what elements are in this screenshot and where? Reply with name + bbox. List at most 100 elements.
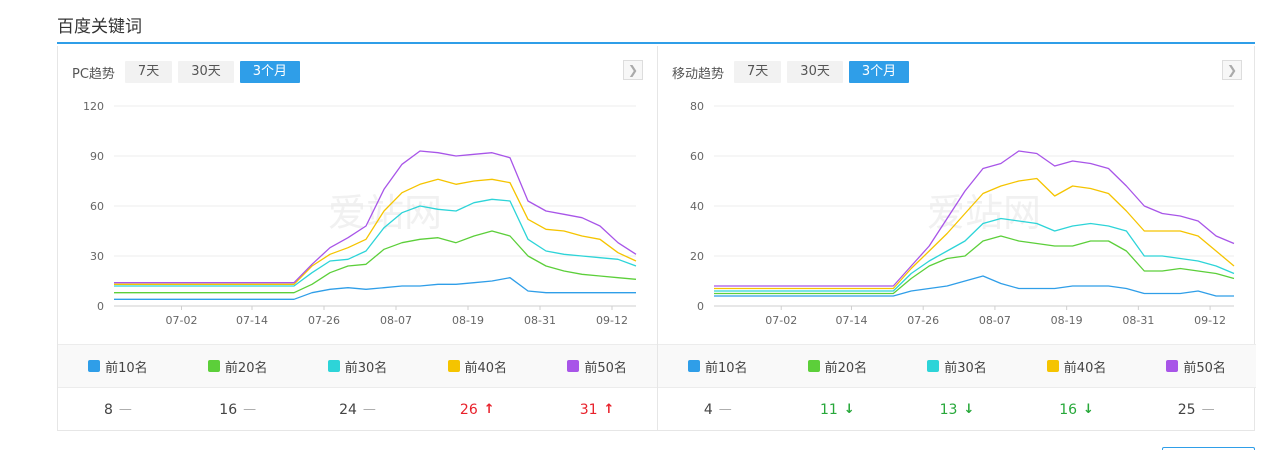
value-number: 24 (339, 401, 357, 418)
value-number: 4 (703, 401, 713, 418)
arrow-down-icon: ↓ (963, 402, 975, 417)
legend-label: 前50名 (584, 360, 627, 376)
value-number: 16 (1059, 401, 1078, 418)
dash-icon: — (362, 402, 376, 417)
pc-current-values: 8—16—24—26 ↑ 31 ↑ (58, 388, 657, 431)
dash-icon: — (718, 402, 732, 417)
legend-label: 前30名 (344, 360, 388, 376)
x-tick-label: 07-26 (308, 314, 340, 327)
range-button-3m[interactable]: 3个月 (848, 61, 910, 83)
value-number: 11 (820, 401, 838, 418)
dash-icon: — (243, 402, 257, 417)
legend-item[interactable]: 前40名 (417, 345, 537, 387)
legend-swatch (1166, 360, 1179, 372)
panel-label: 移动趋势 (672, 66, 725, 82)
value-number: 13 (939, 401, 958, 418)
range-button-30d[interactable]: 30天 (787, 61, 843, 83)
pc-trend-chart: 爱站网 0 30 60 90 120 07-02 07-14 07-26 08-07 08-19 08… (83, 100, 637, 327)
current-value: 8— (58, 388, 178, 431)
series-line-1 (114, 277, 636, 300)
legend-swatch (207, 360, 220, 372)
legend-item[interactable]: 前20名 (778, 345, 898, 387)
section-underline (57, 42, 1255, 44)
x-tick-label: 07-26 (907, 314, 939, 327)
chevron-right-icon[interactable]: ❯ (623, 60, 643, 80)
keyword-panels: PC趋势 7天 30天 3个月 ❯ 爱站网 0 30 60 90 120 07-02 07-1… (57, 46, 1256, 431)
panel-label: PC趋势 (72, 66, 115, 82)
watermark-text: 爱站网 (328, 191, 442, 235)
arrow-down-icon: ↓ (1083, 402, 1094, 417)
pc-panel-header: PC趋势 7天 30天 3个月 (72, 60, 306, 84)
dash-icon: — (1201, 402, 1215, 417)
x-tick-label: 09-12 (596, 314, 628, 327)
arrow-down-icon: ↓ (843, 402, 855, 417)
current-value: 31 ↑ (537, 388, 657, 431)
x-tick-label: 08-31 (1122, 314, 1154, 327)
legend-swatch (927, 360, 940, 372)
legend-swatch (567, 360, 580, 372)
pc-legend: 前10名 前20名 前30名 前40名 前50名 (58, 344, 657, 388)
y-tick-label: 30 (90, 250, 104, 263)
y-tick-label: 40 (690, 200, 704, 213)
value-number: 31 (579, 401, 598, 418)
legend-item[interactable]: 前50名 (537, 345, 657, 387)
x-tick-label: 09-12 (1194, 314, 1226, 327)
legend-swatch (447, 360, 460, 372)
y-tick-label: 80 (690, 100, 704, 113)
x-tick-label: 08-07 (380, 314, 412, 327)
pc-panel: PC趋势 7天 30天 3个月 ❯ 爱站网 0 30 60 90 120 07-02 07-1… (58, 46, 658, 431)
x-tick-label: 07-02 (765, 314, 797, 327)
mobile-current-values: 4—11 ↓ 13 ↓ 16 ↓ 25— (658, 388, 1256, 431)
value-number: 16 (219, 401, 238, 418)
x-tick-label: 08-19 (452, 314, 484, 327)
value-number: 26 (459, 401, 478, 418)
legend-item[interactable]: 前50名 (1136, 345, 1256, 387)
range-button-30d[interactable]: 30天 (178, 61, 234, 83)
dash-icon: — (118, 402, 132, 417)
x-tick-label: 08-31 (524, 314, 556, 327)
legend-swatch (807, 360, 820, 372)
legend-item[interactable]: 前30名 (298, 345, 418, 387)
legend-item[interactable]: 前20名 (178, 345, 298, 387)
range-button-7d[interactable]: 7天 (124, 61, 173, 83)
legend-label: 前40名 (1063, 360, 1107, 376)
legend-label: 前10名 (105, 360, 148, 376)
current-value: 25 — (1136, 388, 1256, 431)
y-tick-label: 0 (697, 300, 704, 313)
legend-swatch (88, 360, 101, 372)
y-tick-label: 60 (90, 200, 104, 213)
watermark-text: 爱站网 (927, 191, 1041, 235)
current-value: 16 ↓ (1017, 388, 1137, 431)
legend-label: 前10名 (705, 360, 748, 376)
x-tick-label: 08-19 (1051, 314, 1083, 327)
legend-swatch (688, 360, 701, 372)
legend-item[interactable]: 前40名 (1017, 345, 1137, 387)
legend-item[interactable]: 前10名 (658, 345, 778, 387)
mobile-trend-chart: 爱站网 0 20 40 60 80 07-02 07-14 07-26 08-07 08-19 08-… (690, 100, 1235, 327)
series-line-2 (714, 235, 1235, 295)
value-number: 25 (1177, 401, 1196, 418)
x-tick-label: 07-02 (166, 314, 198, 327)
current-value: 16 — (178, 388, 298, 431)
current-value: 11 ↓ (778, 388, 898, 431)
y-tick-label: 20 (690, 250, 704, 263)
legend-item[interactable]: 前10名 (58, 345, 178, 387)
legend-item[interactable]: 前30名 (897, 345, 1017, 387)
mobile-panel-header: 移动趋势 7天 30天 3个月 (672, 60, 915, 84)
y-tick-label: 0 (97, 300, 104, 313)
y-tick-label: 60 (690, 150, 704, 163)
chevron-right-icon[interactable]: ❯ (1222, 60, 1242, 80)
legend-label: 前30名 (944, 360, 987, 376)
value-number: 8 (103, 401, 113, 418)
current-value: 4— (658, 388, 778, 431)
current-value: 13 ↓ (897, 388, 1017, 431)
arrow-up-icon: ↑ (483, 402, 495, 417)
range-button-3m[interactable]: 3个月 (239, 61, 301, 83)
section-title: 百度关键词 (57, 17, 142, 37)
mobile-panel: 移动趋势 7天 30天 3个月 ❯ 爱站网 0 20 40 60 80 07-02 07-14… (658, 46, 1256, 431)
current-value: 24 — (298, 388, 418, 431)
legend-swatch (1046, 360, 1059, 372)
range-button-7d[interactable]: 7天 (734, 61, 782, 83)
x-tick-label: 08-07 (979, 314, 1011, 327)
legend-label: 前20名 (824, 360, 868, 376)
